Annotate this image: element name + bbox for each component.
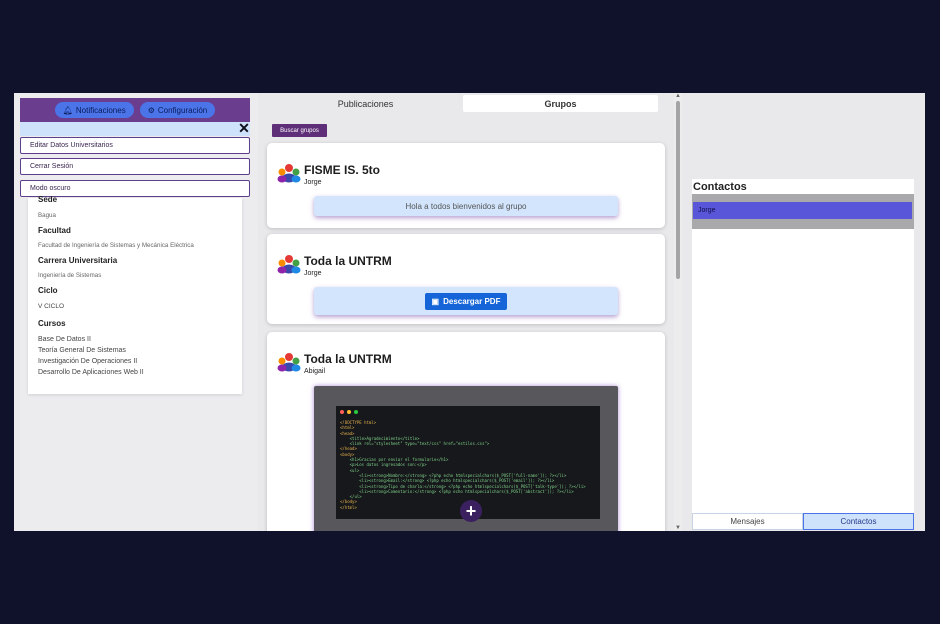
cursos-heading: Cursos xyxy=(38,319,66,328)
download-pdf-button[interactable]: ▣ Descargar PDF xyxy=(424,292,508,310)
code-line: <li><strong>Email:</strong> <?php echo h… xyxy=(340,478,555,484)
course-item: Desarrollo De Aplicaciones Web II xyxy=(38,369,144,376)
post-author: Abigail xyxy=(304,368,326,375)
ciclo-value: V CICLO xyxy=(38,303,65,310)
carrera-value: Ingeniería de Sistemas xyxy=(38,272,102,279)
contacts-panel: Contactos Jorge xyxy=(692,179,914,529)
tab-grupos[interactable]: Grupos xyxy=(463,95,658,112)
tab-mensajes[interactable]: Mensajes xyxy=(692,513,803,530)
logout-button[interactable]: Cerrar Sesión xyxy=(20,158,250,175)
maximize-dot xyxy=(354,410,358,414)
scroll-thumb[interactable] xyxy=(676,101,680,279)
post-message-text: Hola a todos bienvenidos al grupo xyxy=(405,201,527,211)
group-people-icon xyxy=(277,255,301,274)
facultad-heading: Facultad xyxy=(38,226,71,235)
settings-label: Configuración xyxy=(157,105,208,115)
contacts-title: Contactos xyxy=(693,181,747,193)
course-item: Investigación De Operaciones II xyxy=(38,358,138,365)
pdf-file-icon: ▣ xyxy=(431,296,440,306)
post-author: Jorge xyxy=(304,270,322,277)
carrera-heading: Carrera Universitaria xyxy=(38,256,118,265)
window-dots xyxy=(340,410,358,414)
sede-heading: Sede xyxy=(38,195,58,204)
scroll-up-icon[interactable]: ▲ xyxy=(675,93,681,99)
chat-tabs: Mensajes Contactos xyxy=(692,513,914,530)
post-title: Toda la UNTRM xyxy=(304,352,392,366)
post-image[interactable]: <!DOCTYPE html> <html> <head> <title>Agrad… xyxy=(314,386,618,531)
contact-item[interactable]: Jorge xyxy=(693,202,912,219)
group-people-icon xyxy=(277,353,301,372)
minimize-dot xyxy=(347,410,351,414)
right-panel: Contactos Jorge Mensajes Contactos xyxy=(682,93,925,531)
code-text: <!DOCTYPE html> <html> <head> <title>Agrad… xyxy=(340,420,586,510)
search-groups-button[interactable]: Buscar grupos xyxy=(272,124,327,137)
close-dot xyxy=(340,410,344,414)
tab-publicaciones[interactable]: Publicaciones xyxy=(268,95,463,112)
download-pdf-label: Descargar PDF xyxy=(443,296,501,306)
notifications-label: Notificaciones xyxy=(75,105,126,115)
profile-card: Sede Bagua Facultad Facultad de Ingenier… xyxy=(28,195,242,394)
course-item: Teoría General De Sistemas xyxy=(38,347,126,354)
post-title: Toda la UNTRM xyxy=(304,254,392,268)
add-post-button[interactable]: + xyxy=(460,500,482,522)
feed-scrollbar[interactable]: ▲ ▼ xyxy=(674,93,682,531)
feed-tabs: Publicaciones Grupos xyxy=(268,95,658,112)
group-people-icon xyxy=(277,164,301,183)
group-post: Toda la UNTRM Abigail <!DOCTYPE html> <ht… xyxy=(267,332,665,531)
post-author: Jorge xyxy=(304,179,322,186)
menu-header: ✕ xyxy=(20,121,250,136)
post-title: FISME IS. 5to xyxy=(304,163,381,177)
gear-icon: ⚙︎ xyxy=(147,105,155,115)
post-attachment: ▣ Descargar PDF xyxy=(314,287,618,315)
settings-button[interactable]: ⚙︎ Configuración xyxy=(139,102,216,118)
ciclo-heading: Ciclo xyxy=(38,286,58,295)
edit-university-data-button[interactable]: Editar Datos Universitarios xyxy=(20,137,250,154)
tab-contactos[interactable]: Contactos xyxy=(803,513,914,530)
facultad-value: Facultad de Ingeniería de Sistemas y Mec… xyxy=(38,242,194,249)
feed-panel: Publicaciones Grupos Buscar grupos FISME… xyxy=(258,93,688,531)
app-window: 🔔︎ Notificaciones ⚙︎ Configuración ✕ Edi… xyxy=(14,93,925,531)
contact-list: Jorge xyxy=(692,194,914,229)
sede-value: Bagua xyxy=(38,212,56,219)
course-item: Base De Datos II xyxy=(38,336,91,343)
group-post: FISME IS. 5to Jorge Hola a todos bienven… xyxy=(267,143,665,228)
top-nav-bar: 🔔︎ Notificaciones ⚙︎ Configuración xyxy=(20,98,250,122)
code-line: <li><strong>Comentario:</strong> <?php e… xyxy=(340,488,574,494)
post-message: Hola a todos bienvenidos al grupo xyxy=(314,196,618,216)
left-panel: 🔔︎ Notificaciones ⚙︎ Configuración ✕ Edi… xyxy=(14,93,258,531)
scroll-down-icon[interactable]: ▼ xyxy=(675,525,681,531)
close-icon[interactable]: ✕ xyxy=(238,121,250,135)
notifications-button[interactable]: 🔔︎ Notificaciones xyxy=(54,102,134,118)
bell-icon: 🔔︎ xyxy=(62,105,73,115)
group-post: Toda la UNTRM Jorge ▣ Descargar PDF xyxy=(267,234,665,324)
